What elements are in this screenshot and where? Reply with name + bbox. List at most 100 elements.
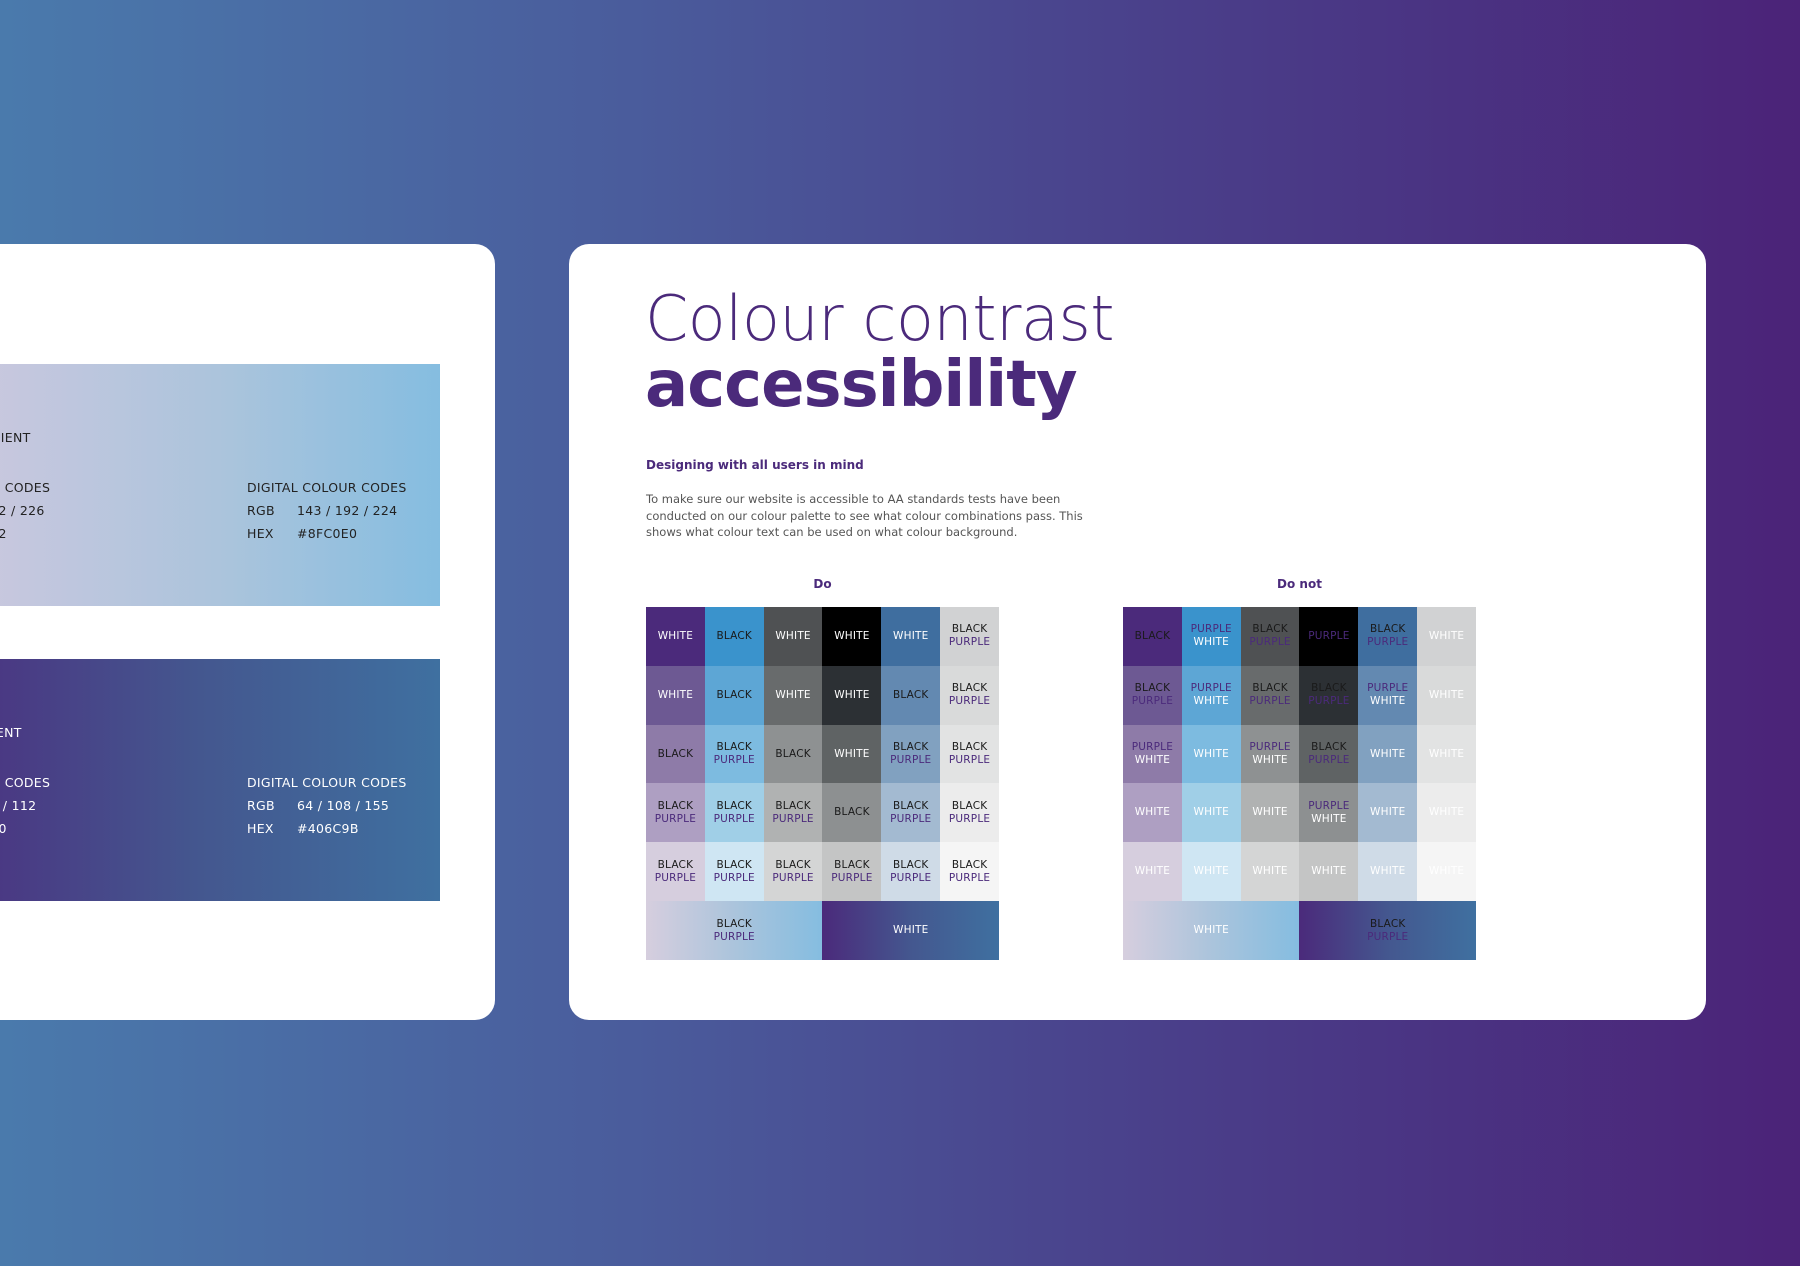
colour-swatch-cell: WHITE (1417, 842, 1476, 902)
text-colour-label: WHITE (834, 629, 870, 642)
text-colour-label: BLACK (716, 799, 752, 812)
text-colour-label: WHITE (775, 629, 811, 642)
rgb-value: 143 / 192 / 224 (297, 503, 398, 518)
text-colour-label: PURPLE (654, 871, 697, 884)
text-colour-label: BLACK (892, 858, 929, 871)
text-colour-label: WHITE (1193, 806, 1229, 819)
colour-swatch-cell: PURPLE WHITE (1240, 724, 1300, 784)
colour-swatch-cell: WHITE (1181, 724, 1241, 784)
colour-swatch-cell: BLACK PURPLE (881, 783, 941, 843)
text-colour-label: WHITE (834, 747, 870, 760)
page-title-bold: accessibility (645, 348, 1078, 422)
colour-swatch-cell: BLACK (646, 724, 705, 784)
page-title-light: Colour contrast (645, 282, 1115, 355)
do-contrast-grid: WHITE BLACK WHITE WHITE WHITE BLACK PURPLE WHIT… (646, 607, 999, 960)
colour-swatch-cell: WHITE (1123, 842, 1182, 902)
colour-swatch-cell: BLACK PURPLE (822, 842, 882, 902)
text-colour-label: WHITE (1428, 688, 1465, 701)
colour-swatch-cell: BLACK PURPLE (940, 724, 999, 784)
hex-value: #406C9B (297, 821, 359, 836)
text-colour-label: BLACK (834, 858, 870, 871)
text-colour-label: WHITE (834, 688, 870, 701)
text-colour-label: PURPLE (1308, 629, 1350, 642)
text-colour-label: PURPLE (1249, 741, 1291, 754)
text-colour-label: WHITE (1252, 754, 1288, 767)
text-colour-label: BLACK (892, 741, 929, 754)
text-colour-label: PURPLE (1308, 799, 1350, 812)
colour-swatch-cell: BLACK PURPLE (704, 724, 764, 784)
text-colour-label: BLACK (716, 858, 752, 871)
colour-swatch-cell: BLACK PURPLE (940, 607, 999, 666)
colour-swatch-cell: PURPLE WHITE (1181, 607, 1241, 666)
text-colour-label: BLACK (1252, 682, 1288, 695)
digital-codes-heading: DIGITAL COLOUR CODES (247, 480, 407, 495)
colour-swatch-cell: BLACK PURPLE (1358, 607, 1418, 666)
colour-swatch-cell: WHITE (822, 665, 882, 725)
text-colour-label: PURPLE (1249, 636, 1291, 649)
text-colour-label: BLACK (1311, 682, 1347, 695)
text-colour-label: BLACK (775, 747, 811, 760)
colour-swatch-cell: BLACK PURPLE (763, 842, 823, 902)
text-colour-label: PURPLE (890, 754, 932, 767)
text-colour-label: PURPLE (713, 871, 755, 884)
text-colour-label: PURPLE (713, 930, 755, 943)
text-colour-label: PURPLE (713, 754, 755, 767)
text-colour-label: PURPLE (772, 871, 814, 884)
text-colour-label: PURPLE (948, 636, 991, 649)
gradient-title: DIENT (0, 725, 22, 740)
print-codes-heading: UR CODES (0, 480, 51, 495)
text-colour-label: WHITE (1193, 747, 1229, 760)
text-colour-label: PURPLE (831, 871, 873, 884)
text-colour-label: WHITE (1428, 806, 1465, 819)
colour-swatch-cell: BLACK PURPLE (1123, 665, 1182, 725)
text-colour-label: WHITE (893, 629, 929, 642)
text-colour-label: PURPLE (1308, 695, 1350, 708)
digital-codes-heading: DIGITAL COLOUR CODES (247, 775, 407, 790)
colour-swatch-cell: WHITE (1358, 842, 1418, 902)
text-colour-label: BLACK (775, 799, 811, 812)
text-colour-label: PURPLE (1367, 636, 1409, 649)
colour-swatch-cell: BLACK PURPLE (1299, 724, 1359, 784)
text-colour-label: BLACK (716, 629, 752, 642)
print-hex-value: 4E2 (0, 526, 7, 541)
text-colour-label: BLACK (834, 806, 870, 819)
text-colour-label: BLACK (951, 741, 988, 754)
colour-swatch-cell: BLACK PURPLE (881, 842, 941, 902)
text-colour-label: WHITE (1252, 865, 1288, 878)
colour-swatch-cell: WHITE (822, 724, 882, 784)
text-colour-label: PURPLE (1367, 930, 1409, 943)
colour-swatch-cell: WHITE (763, 665, 823, 725)
print-rgb-value: 212 / 226 (0, 503, 45, 518)
colour-swatch-cell: PURPLE WHITE (1299, 783, 1359, 843)
dark-gradient-swatch: DIENT UR CODES 39 / 112 770 DIGITAL COLO… (0, 659, 440, 901)
colour-swatch-cell: WHITE (1358, 724, 1418, 784)
colour-swatch-cell: WHITE (1358, 783, 1418, 843)
do-grid-label: Do (813, 577, 832, 591)
text-colour-label: BLACK (716, 688, 752, 701)
text-colour-label: WHITE (1370, 865, 1406, 878)
text-colour-label: PURPLE (654, 812, 697, 825)
section-subheading: Designing with all users in mind (646, 458, 864, 472)
text-colour-label: BLACK (1369, 623, 1406, 636)
text-colour-label: WHITE (657, 688, 694, 701)
colour-swatch-cell: PURPLE WHITE (1123, 724, 1182, 784)
colour-swatch-cell: BLACK PURPLE (881, 724, 941, 784)
text-colour-label: WHITE (1428, 747, 1465, 760)
colour-swatch-cell: BLACK PURPLE (940, 665, 999, 725)
text-colour-label: WHITE (1428, 865, 1465, 878)
text-colour-label: BLACK (1369, 917, 1406, 930)
text-colour-label: BLACK (951, 799, 988, 812)
text-colour-label: WHITE (1370, 806, 1406, 819)
print-rgb-value: 39 / 112 (0, 798, 37, 813)
colour-swatch-cell: BLACK PURPLE (940, 842, 999, 902)
colour-swatch-cell: WHITE (1181, 783, 1241, 843)
intro-paragraph: To make sure our website is accessible t… (646, 492, 1083, 539)
colour-swatch-cell: BLACK (763, 724, 823, 784)
gradient-title: ADIENT (0, 430, 31, 445)
print-hex-value: 770 (0, 821, 7, 836)
text-colour-label: BLACK (892, 688, 929, 701)
text-colour-label: BLACK (1311, 741, 1347, 754)
text-colour-label: BLACK (657, 799, 694, 812)
hex-value: #8FC0E0 (297, 526, 358, 541)
text-colour-label: WHITE (1193, 865, 1229, 878)
